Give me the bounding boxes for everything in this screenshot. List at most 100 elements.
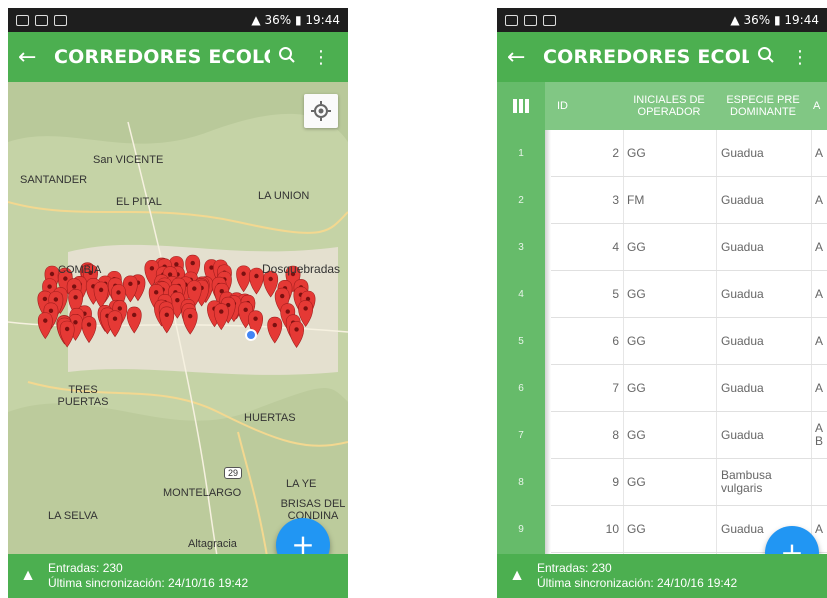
column-header-operator[interactable]: INICIALES DE OPERADOR bbox=[623, 82, 715, 130]
app-bar: ← CORREDORES ECOLO... ⋮ bbox=[8, 32, 348, 82]
cell-id: 5 bbox=[612, 286, 619, 301]
table-row[interactable]: 3 FM Guadua A bbox=[551, 177, 827, 224]
cell-id: 9 bbox=[612, 474, 619, 489]
cell-next: A bbox=[815, 333, 824, 348]
notification-icon bbox=[524, 14, 537, 26]
cell-next: A bbox=[815, 239, 824, 254]
cell-species: Guadua bbox=[721, 333, 764, 348]
map-label: HUERTAS bbox=[244, 412, 296, 424]
my-location-icon[interactable] bbox=[304, 94, 338, 128]
row-number[interactable]: 8 bbox=[497, 477, 545, 488]
row-number[interactable]: 3 bbox=[497, 242, 545, 253]
back-arrow-icon[interactable]: ← bbox=[507, 45, 543, 70]
battery-level: 36% bbox=[743, 13, 771, 27]
map-label: San VICENTE bbox=[93, 154, 164, 166]
clock: 19:44 bbox=[784, 13, 819, 27]
map-label: Altagracia bbox=[188, 538, 237, 550]
table-row[interactable]: 9 GG Bambusa vulgaris bbox=[551, 459, 827, 506]
sync-footer: ▲ Entradas: 230 Última sincronización: 2… bbox=[497, 554, 827, 598]
grid-icon[interactable] bbox=[497, 82, 545, 130]
cell-operator: GG bbox=[627, 286, 646, 301]
signal-icon: ▲ bbox=[251, 13, 265, 27]
signal-icon: ▲ bbox=[730, 13, 744, 27]
status-bar: ▲ 36% ▮ 19:44 bbox=[8, 8, 348, 32]
table-header: ID INICIALES DE OPERADOR ESPECIE PRE DOM… bbox=[497, 82, 827, 130]
back-arrow-icon[interactable]: ← bbox=[18, 45, 54, 70]
cell-species: Guadua bbox=[721, 192, 764, 207]
drive-icon[interactable]: ▲ bbox=[8, 567, 48, 585]
cell-species: Guadua bbox=[721, 380, 764, 395]
battery-level: 36% bbox=[264, 13, 292, 27]
cell-species: Bambusa vulgaris bbox=[721, 468, 772, 495]
row-number[interactable]: 6 bbox=[497, 383, 545, 394]
cell-operator: GG bbox=[627, 239, 646, 254]
entries-count: Entradas: 230 bbox=[537, 561, 612, 575]
map-screen: ▲ 36% ▮ 19:44 ← CORREDORES ECOLO... ⋮ Sa… bbox=[8, 8, 348, 598]
map-label: TRES PUERTAS bbox=[57, 384, 109, 408]
row-number[interactable]: 5 bbox=[497, 336, 545, 347]
cell-operator: GG bbox=[627, 427, 646, 442]
cell-operator: FM bbox=[627, 192, 645, 207]
cell-next bbox=[815, 459, 825, 505]
cell-operator: GG bbox=[627, 333, 646, 348]
table-row[interactable]: 5 GG Guadua A bbox=[551, 271, 827, 318]
map-label: Dosquebradas bbox=[262, 262, 341, 276]
search-icon[interactable] bbox=[749, 46, 783, 69]
table-row[interactable]: 2 GG Guadua A bbox=[551, 130, 827, 177]
cell-id: 7 bbox=[612, 380, 619, 395]
map-label: SANTANDER bbox=[20, 174, 88, 186]
table-screen: ▲ 36% ▮ 19:44 ← CORREDORES ECOLO... ⋮ ID… bbox=[497, 8, 827, 598]
drive-icon[interactable]: ▲ bbox=[497, 567, 537, 585]
map-view[interactable]: San VICENTE SANTANDER EL PITAL LA UNION … bbox=[8, 82, 348, 562]
table-row[interactable]: 4 GG Guadua A bbox=[551, 224, 827, 271]
cell-next: A B bbox=[815, 421, 824, 448]
table-row[interactable]: 7 GG Guadua A bbox=[551, 365, 827, 412]
map-label: COMBIA bbox=[58, 264, 102, 276]
more-vert-icon[interactable]: ⋮ bbox=[304, 47, 338, 68]
entries-count: Entradas: 230 bbox=[48, 561, 123, 575]
cell-next: A bbox=[815, 380, 824, 395]
current-location-dot bbox=[245, 329, 257, 341]
notification-icon bbox=[35, 14, 48, 26]
search-icon[interactable] bbox=[270, 46, 304, 69]
map-label: LA YE bbox=[286, 478, 317, 490]
cell-id: 3 bbox=[612, 192, 619, 207]
row-number[interactable]: 1 bbox=[497, 148, 545, 159]
page-title: CORREDORES ECOLO... bbox=[543, 46, 749, 68]
table-row[interactable]: 8 GG Guadua A B bbox=[551, 412, 827, 459]
map-label: EL PITAL bbox=[116, 196, 162, 208]
page-title: CORREDORES ECOLO... bbox=[54, 46, 270, 68]
cell-species: Guadua bbox=[721, 239, 764, 254]
column-header-species[interactable]: ESPECIE PRE DOMINANTE bbox=[717, 82, 809, 130]
more-vert-icon[interactable]: ⋮ bbox=[783, 47, 817, 68]
column-header-id[interactable]: ID bbox=[557, 82, 597, 130]
map-label: MONTELARGO bbox=[163, 487, 242, 499]
last-sync: Última sincronización: 24/10/16 19:42 bbox=[48, 576, 249, 590]
notification-icon bbox=[505, 14, 518, 26]
cell-next: A bbox=[815, 286, 824, 301]
row-number[interactable]: 9 bbox=[497, 524, 545, 535]
notification-icon bbox=[16, 14, 29, 26]
map-label: LA SELVA bbox=[48, 510, 98, 522]
table-row[interactable]: 6 GG Guadua A bbox=[551, 318, 827, 365]
battery-icon: ▮ bbox=[773, 13, 781, 27]
cell-id: 8 bbox=[612, 427, 619, 442]
battery-icon: ▮ bbox=[294, 13, 302, 27]
cell-id: 2 bbox=[612, 145, 619, 160]
cell-id: 6 bbox=[612, 333, 619, 348]
cell-species: Guadua bbox=[721, 145, 764, 160]
row-number[interactable]: 2 bbox=[497, 195, 545, 206]
status-bar: ▲ 36% ▮ 19:44 bbox=[497, 8, 827, 32]
map-label: BRISAS DEL CONDINA bbox=[280, 498, 346, 522]
app-bar: ← CORREDORES ECOLO... ⋮ bbox=[497, 32, 827, 82]
notification-icon bbox=[54, 14, 67, 26]
last-sync: Última sincronización: 24/10/16 19:42 bbox=[537, 576, 738, 590]
cell-next: A bbox=[815, 145, 824, 160]
sync-footer: ▲ Entradas: 230 Última sincronización: 2… bbox=[8, 554, 348, 598]
row-number[interactable]: 7 bbox=[497, 430, 545, 441]
row-number-column: 1 2 3 4 5 6 7 8 9 bbox=[497, 130, 545, 554]
row-number[interactable]: 4 bbox=[497, 289, 545, 300]
clock: 19:44 bbox=[305, 13, 340, 27]
cell-id: 10 bbox=[605, 521, 619, 536]
column-header-next[interactable]: A bbox=[813, 82, 827, 130]
